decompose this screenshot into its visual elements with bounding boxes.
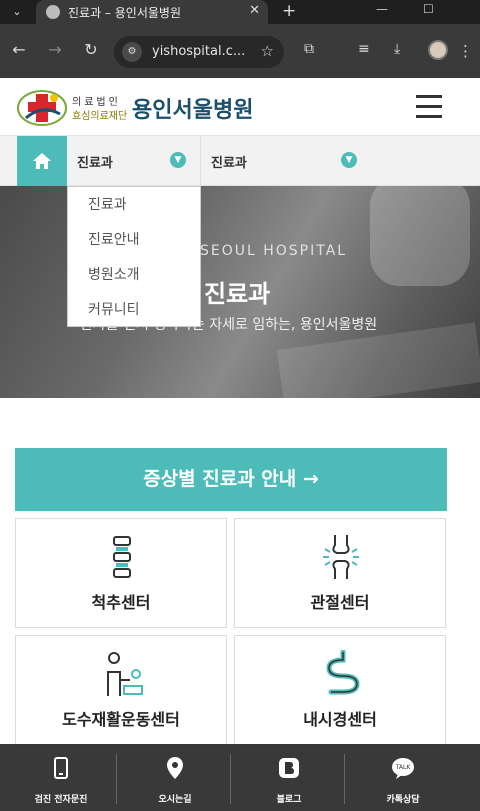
phone-icon: [54, 757, 68, 779]
bottom-quick-bar: 검진 전자문진 오시는길 블로그 TALK 카톡상담: [0, 744, 480, 811]
divider: [116, 754, 117, 804]
hospital-name[interactable]: 용인서울병원: [132, 92, 253, 124]
hamburger-menu-icon[interactable]: [416, 95, 442, 119]
category-select-1-label: 진료과: [77, 156, 113, 171]
logo-subtitle: 의료법인: [72, 97, 121, 108]
hero-english-title: SEOUL HOSPITAL: [200, 243, 348, 259]
browser-toolbar: ← → ↻ ⚙ yishospital.c... ☆ ⧉ ≡ ⤓: [0, 24, 480, 78]
quick-label: 검진 전자문진: [34, 795, 88, 805]
chevron-down-icon: ▼: [170, 152, 186, 168]
url-text: yishospital.c...: [152, 44, 246, 59]
joint-icon: [323, 535, 359, 579]
tab-title: 진료과 – 용인서울병원: [68, 6, 181, 20]
sub-navigation: 진료과 ▼ 진료과 ▼: [0, 136, 480, 186]
spine-icon: [113, 536, 131, 578]
dropdown-item[interactable]: 진료과: [68, 193, 200, 228]
chevron-down-icon[interactable]: ⌄: [8, 3, 26, 21]
chevron-down-icon: ▼: [341, 152, 357, 168]
category-dropdown: 진료과 진료안내 병원소개 커뮤니티: [67, 186, 201, 327]
category-select-1[interactable]: 진료과 ▼: [67, 136, 200, 186]
site-info-icon[interactable]: ⚙: [122, 42, 142, 62]
download-icon[interactable]: ⤓: [394, 41, 400, 57]
back-icon[interactable]: ←: [8, 40, 30, 59]
card-label: 척추센터: [91, 593, 151, 612]
quick-checkup-questionnaire[interactable]: 검진 전자문진: [6, 744, 116, 811]
plus-icon[interactable]: +: [282, 1, 296, 21]
address-bar[interactable]: ⚙ yishospital.c... ☆: [114, 36, 284, 68]
quick-kakao-talk[interactable]: TALK 카톡상담: [348, 744, 458, 811]
browser-tab[interactable]: 진료과 – 용인서울병원 ✕: [36, 0, 268, 24]
divider: [344, 754, 345, 804]
extensions-icon[interactable]: ⧉: [304, 41, 314, 57]
card-spine-center[interactable]: 척추센터: [15, 518, 227, 628]
card-joint-center[interactable]: 관절센터: [234, 518, 446, 628]
forward-icon[interactable]: →: [44, 40, 66, 59]
symptom-guide-button[interactable]: 증상별 진료과 안내 →: [15, 448, 447, 511]
quick-label: 블로그: [276, 795, 302, 805]
hospital-logo-icon[interactable]: [16, 84, 68, 128]
dropdown-item[interactable]: 커뮤니티: [68, 298, 200, 333]
minimize-icon[interactable]: —: [376, 2, 388, 16]
home-button[interactable]: [17, 136, 67, 186]
quick-blog[interactable]: 블로그: [234, 744, 344, 811]
quick-directions[interactable]: 오시는길: [120, 744, 230, 811]
category-select-2-label: 진료과: [211, 156, 247, 171]
profile-icon[interactable]: [428, 40, 448, 60]
endoscopy-icon: [326, 650, 360, 695]
divider: [230, 754, 231, 804]
hero-title: 진료과: [204, 280, 271, 308]
rehab-icon: [107, 652, 143, 696]
hero-image-bottle: [370, 186, 470, 286]
blog-icon: [279, 758, 299, 778]
dropdown-item[interactable]: 진료안내: [68, 228, 200, 263]
reload-icon[interactable]: ↻: [80, 40, 102, 59]
card-label: 관절센터: [310, 593, 370, 612]
maximize-icon[interactable]: ☐: [423, 2, 434, 16]
star-icon[interactable]: ☆: [261, 42, 274, 60]
close-icon[interactable]: ✕: [249, 3, 260, 18]
menu-dots-icon[interactable]: ⋮: [458, 42, 473, 60]
globe-icon: [46, 5, 60, 19]
card-label: 도수재활운동센터: [62, 710, 180, 729]
quick-label: 오시는길: [158, 795, 192, 805]
quick-label: 카톡상담: [386, 795, 420, 805]
browser-tabstrip: ⌄ 진료과 – 용인서울병원 ✕ + — ☐: [0, 0, 480, 24]
talk-bubble-icon: TALK: [392, 758, 414, 779]
logo-foundation: 효심의료재단: [72, 111, 128, 122]
talk-badge-text: TALK: [395, 764, 412, 771]
home-icon: [33, 153, 51, 169]
category-select-2[interactable]: 진료과 ▼: [201, 136, 371, 186]
site-header: 의료법인 효심의료재단 용인서울병원: [0, 78, 480, 136]
card-label: 내시경센터: [303, 710, 377, 729]
card-endoscopy-center[interactable]: 내시경센터: [234, 635, 446, 745]
card-rehab-center[interactable]: 도수재활운동센터: [15, 635, 227, 745]
dropdown-item[interactable]: 병원소개: [68, 263, 200, 298]
media-icon[interactable]: ≡: [358, 41, 370, 57]
location-pin-icon: [167, 757, 183, 779]
